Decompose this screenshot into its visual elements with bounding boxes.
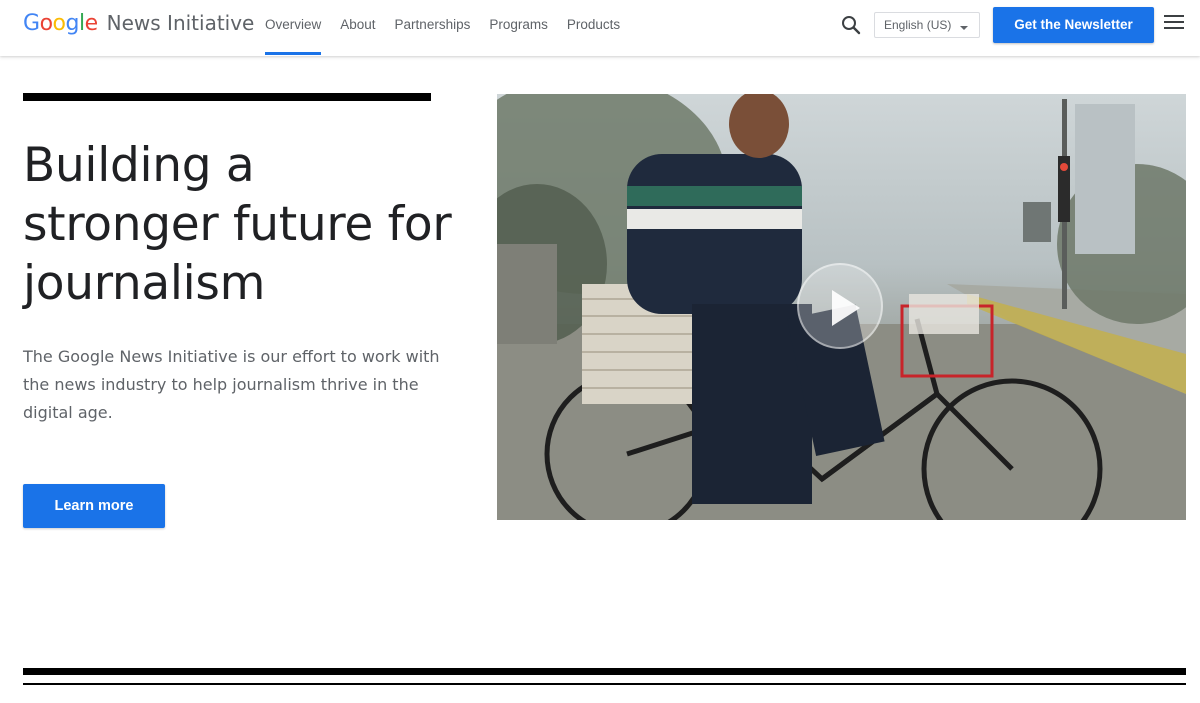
nav-item-programs[interactable]: Programs xyxy=(489,0,548,56)
hamburger-menu-icon[interactable] xyxy=(1164,15,1184,33)
nav-item-about[interactable]: About xyxy=(340,0,375,56)
play-icon[interactable] xyxy=(797,263,883,349)
language-select-value: English (US) xyxy=(884,18,952,32)
hero-video-thumbnail[interactable] xyxy=(497,94,1186,520)
language-select[interactable]: English (US) xyxy=(874,12,980,38)
site-header: Google News Initiative Overview About Pa… xyxy=(0,0,1200,56)
nav-item-overview[interactable]: Overview xyxy=(265,0,322,56)
nav-item-partnerships[interactable]: Partnerships xyxy=(395,0,471,56)
search-icon[interactable] xyxy=(838,12,864,38)
section-divider-thin xyxy=(23,683,1186,685)
main-nav: Overview About Partnerships Programs Pro… xyxy=(265,0,639,56)
newsletter-button[interactable]: Get the Newsletter xyxy=(993,7,1154,43)
product-name: News Initiative xyxy=(106,11,255,35)
hero-headline: Building a stronger future for journalis… xyxy=(23,138,452,311)
hero-top-rule xyxy=(23,93,431,101)
section-divider-thick xyxy=(23,668,1186,675)
hero-description: The Google News Initiative is our effort… xyxy=(23,347,440,422)
google-wordmark: Google xyxy=(23,11,98,36)
google-news-initiative-logo[interactable]: Google News Initiative xyxy=(23,11,254,36)
nav-item-products[interactable]: Products xyxy=(567,0,620,56)
chevron-down-icon xyxy=(960,26,968,30)
learn-more-button[interactable]: Learn more xyxy=(23,484,165,528)
